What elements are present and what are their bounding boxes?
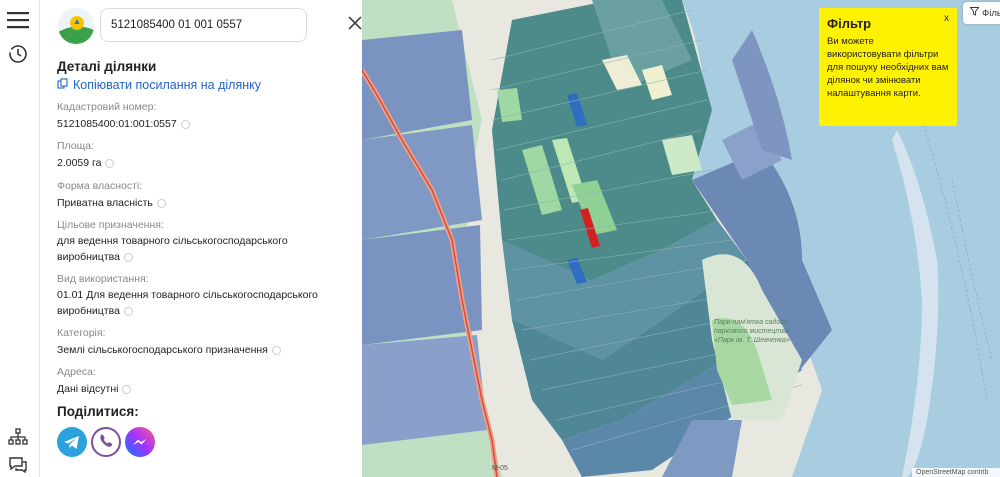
category-value: Землі сільськогосподарського призначення <box>57 342 347 358</box>
category-label: Категорія: <box>57 327 106 339</box>
copy-icon[interactable] <box>271 345 281 355</box>
messenger-icon[interactable] <box>125 427 155 457</box>
address-value: Дані відсутні <box>57 381 347 397</box>
filter-button[interactable]: Фільт <box>963 2 1000 24</box>
area-label: Площа: <box>57 140 95 152</box>
copy-icon[interactable] <box>180 119 190 129</box>
usage-value: 01.01 Для ведення товарного сільськогосп… <box>57 289 318 317</box>
share-title: Поділитися: <box>57 404 139 419</box>
purpose-value: для ведення товарного сільськогосподарсь… <box>57 235 288 263</box>
road-label: М-05 <box>492 465 508 472</box>
parcel-details-panel: 5121085400 01 001 0557 Деталі ділянки Ко… <box>40 0 362 477</box>
close-icon[interactable] <box>348 16 362 34</box>
park-label: Парк-пам'ятка садово-паркового мистецтва… <box>714 319 790 344</box>
cadastral-search-input[interactable]: 5121085400 01 001 0557 <box>100 8 307 42</box>
history-icon[interactable] <box>6 42 30 66</box>
ownership-label: Форма власності: <box>57 180 143 192</box>
tree-icon[interactable] <box>6 425 30 449</box>
app-logo[interactable] <box>58 8 94 44</box>
telegram-icon[interactable] <box>57 427 87 457</box>
copy-icon <box>57 78 68 92</box>
copy-link-button[interactable]: Копіювати посилання на ділянку <box>57 78 261 92</box>
map-attribution[interactable]: OpenStreetMap contrib <box>912 468 1000 477</box>
usage-label: Вид використання: <box>57 273 149 285</box>
ownership-value: Приватна власність <box>57 195 347 211</box>
filter-button-label: Фільт <box>982 7 1000 19</box>
tooltip-text: Ви можете використовувати фільтри для по… <box>827 36 949 99</box>
details-title: Деталі ділянки <box>57 59 157 74</box>
copy-icon[interactable] <box>123 252 133 262</box>
copy-link-label: Копіювати посилання на ділянку <box>73 78 261 92</box>
copy-icon[interactable] <box>122 384 132 394</box>
menu-icon[interactable] <box>6 8 30 32</box>
filter-icon <box>969 7 980 19</box>
address-label: Адреса: <box>57 366 96 378</box>
cadastral-number-label: Кадастровий номер: <box>57 101 157 113</box>
tooltip-title: Фільтр <box>827 16 872 31</box>
left-rail <box>0 0 40 477</box>
cadastral-number-value: 5121085400:01:001:0557 <box>57 116 347 132</box>
filter-tooltip: x Фільтр Ви можете використовувати фільт… <box>819 8 957 126</box>
copy-icon[interactable] <box>123 306 133 316</box>
area-value: 2.0059 га <box>57 155 347 171</box>
purpose-label: Цільове призначення: <box>57 219 164 231</box>
copy-icon[interactable] <box>156 198 166 208</box>
tooltip-close-button[interactable]: x <box>944 13 949 24</box>
viber-icon[interactable] <box>91 427 121 457</box>
chat-icon[interactable] <box>6 453 30 477</box>
copy-icon[interactable] <box>105 158 115 168</box>
search-row: 5121085400 01 001 0557 <box>58 6 362 44</box>
